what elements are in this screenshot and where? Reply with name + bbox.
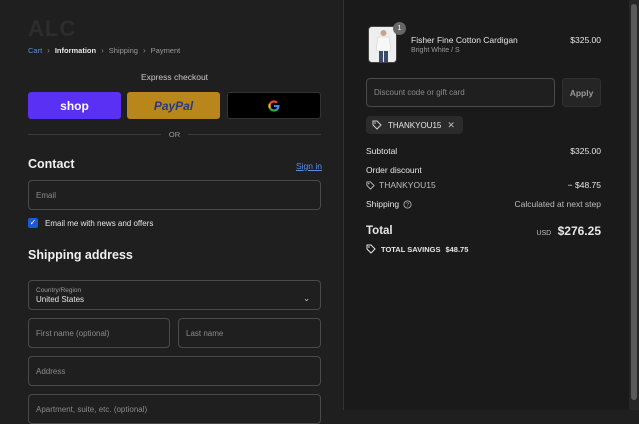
breadcrumb: Cart › Information › Shipping › Payment (28, 46, 180, 55)
first-name-input[interactable] (36, 328, 169, 338)
scrollbar-thumb[interactable] (631, 4, 637, 400)
paypal-button[interactable]: PayPal (127, 92, 220, 119)
applied-discount-chip: THANKYOU15 ✕ (366, 116, 463, 134)
remove-discount-icon[interactable]: ✕ (447, 120, 455, 131)
order-discount-label: Order discount (366, 165, 422, 175)
paypal-label: PayPal (153, 98, 194, 113)
checkout-form-panel: ALC Cart › Information › Shipping › Paym… (0, 0, 343, 424)
address-input[interactable] (36, 366, 320, 376)
google-icon (268, 99, 280, 112)
tag-icon (366, 180, 375, 190)
country-label: Country/Region (36, 286, 82, 294)
country-value: United States (36, 294, 85, 304)
shipping-label: Shipping (366, 199, 400, 209)
total-currency: USD (536, 230, 552, 237)
discount-code-row: THANKYOU15 − $48.75 (366, 180, 601, 190)
chevron-right-icon: › (101, 46, 104, 55)
total-label: Total (366, 225, 393, 237)
email-field[interactable] (28, 180, 321, 210)
cardigan-image (369, 27, 396, 62)
applied-code-label: THANKYOU15 (388, 120, 442, 130)
shipping-value: Calculated at next step (514, 199, 601, 209)
breadcrumb-information: Information (54, 46, 97, 55)
discount-code-label: THANKYOU15 (379, 180, 436, 190)
store-logo[interactable]: ALC (28, 16, 76, 42)
order-discount-row: Order discount (366, 165, 601, 175)
chevron-right-icon: › (142, 46, 146, 55)
chevron-right-icon: › (47, 46, 50, 55)
total-value: $276.25 (557, 224, 601, 238)
last-name-input[interactable] (186, 328, 320, 338)
first-name-field[interactable] (28, 318, 170, 348)
savings-label: TOTAL SAVINGS (381, 244, 441, 254)
total-row: Total USD $276.25 (366, 224, 601, 238)
address-field[interactable] (28, 356, 321, 386)
email-input[interactable] (36, 190, 320, 200)
discount-field[interactable] (366, 78, 555, 107)
tag-icon (366, 244, 376, 254)
or-label: OR (168, 130, 181, 139)
apartment-field[interactable] (28, 394, 321, 424)
page-scrollbar[interactable] (629, 0, 639, 410)
newsletter-checkbox[interactable]: ✓ (28, 218, 38, 228)
country-select[interactable]: Country/Region United States ⌄ (28, 280, 321, 310)
svg-text:?: ? (406, 202, 409, 208)
or-divider: OR (28, 130, 321, 139)
sign-in-link[interactable]: Sign in (296, 161, 322, 171)
quantity-badge: 1 (393, 22, 406, 35)
newsletter-option[interactable]: ✓ Email me with news and offers (28, 218, 153, 228)
subtotal-row: Subtotal $325.00 (366, 146, 601, 156)
apply-discount-button[interactable]: Apply (562, 78, 601, 107)
express-checkout-label: Express checkout (140, 72, 209, 82)
total-savings: TOTAL SAVINGS $48.75 (366, 244, 468, 254)
breadcrumb-cart[interactable]: Cart (28, 46, 42, 55)
product-variant: Bright White / S (411, 47, 460, 54)
product-price: $325.00 (570, 35, 601, 45)
shop-pay-label: shop (60, 98, 89, 113)
help-icon[interactable]: ? (403, 199, 412, 209)
tag-icon (372, 120, 382, 130)
google-pay-button[interactable] (227, 92, 321, 119)
shipping-address-heading: Shipping address (28, 248, 133, 262)
discount-input[interactable] (374, 88, 554, 97)
shipping-row: Shipping ? Calculated at next step (366, 199, 601, 209)
subtotal-value: $325.00 (570, 146, 601, 156)
breadcrumb-shipping: Shipping (108, 46, 138, 55)
newsletter-label: Email me with news and offers (45, 218, 154, 228)
product-name: Fisher Fine Cotton Cardigan (411, 35, 518, 45)
chevron-down-icon: ⌄ (303, 294, 310, 303)
subtotal-label: Subtotal (366, 146, 398, 156)
breadcrumb-payment: Payment (150, 46, 181, 55)
contact-heading: Contact (28, 157, 75, 171)
product-thumbnail (368, 26, 397, 63)
shop-pay-button[interactable]: shop (28, 92, 121, 119)
last-name-field[interactable] (178, 318, 321, 348)
savings-value: $48.75 (445, 244, 469, 254)
discount-value: − $48.75 (567, 180, 601, 190)
